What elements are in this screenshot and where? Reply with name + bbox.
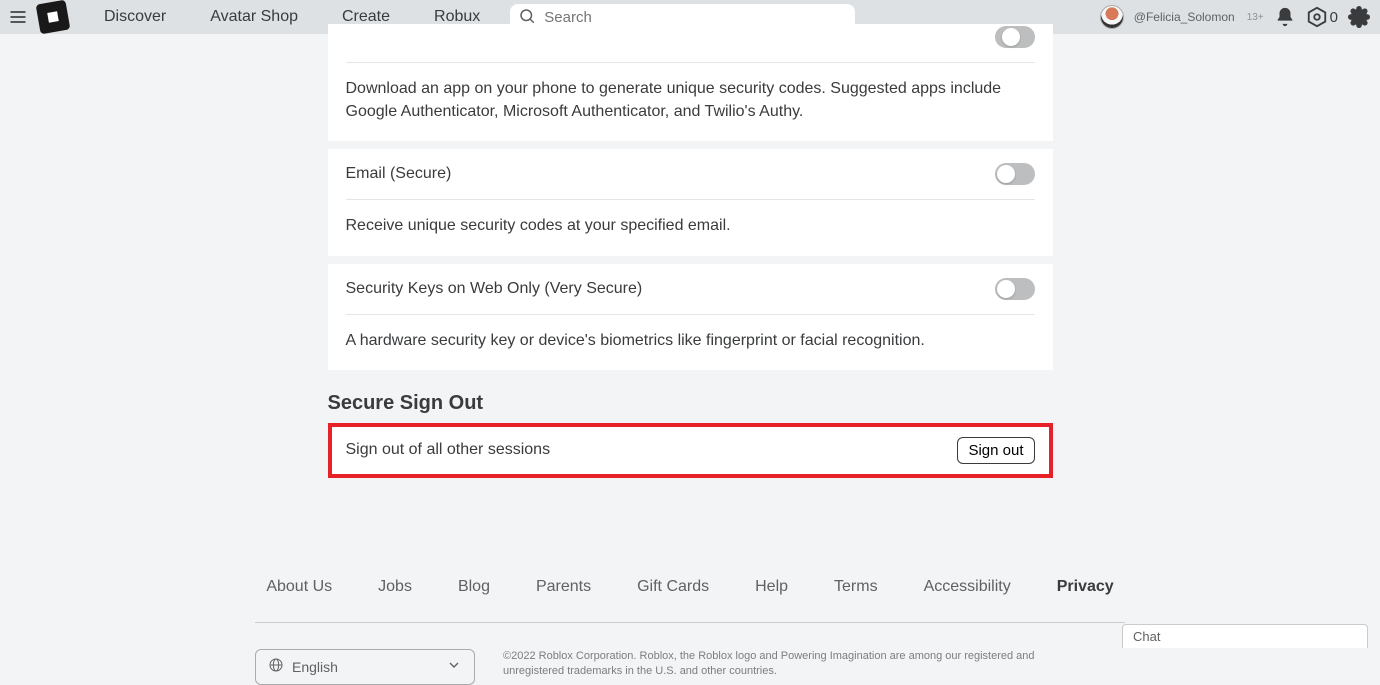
footer-link-help[interactable]: Help bbox=[755, 578, 788, 596]
roblox-logo-icon[interactable] bbox=[36, 0, 71, 34]
nav-link-avatar-shop[interactable]: Avatar Shop bbox=[210, 8, 298, 26]
copyright-text: ©2022 Roblox Corporation. Roblox, the Ro… bbox=[503, 649, 1093, 680]
secure-sign-out-header: Secure Sign Out bbox=[328, 392, 1053, 415]
language-selector[interactable]: English bbox=[255, 649, 475, 685]
divider bbox=[346, 199, 1035, 200]
chat-tab[interactable]: Chat bbox=[1122, 624, 1368, 648]
chat-label: Chat bbox=[1133, 629, 1160, 644]
globe-icon bbox=[268, 657, 284, 676]
robux-count: 0 bbox=[1330, 9, 1338, 26]
nav-link-discover[interactable]: Discover bbox=[104, 8, 166, 26]
notifications-icon[interactable] bbox=[1274, 6, 1296, 28]
email-card: Email (Secure) Receive unique security c… bbox=[328, 149, 1053, 255]
robux-balance[interactable]: 0 bbox=[1306, 6, 1338, 28]
search-input[interactable] bbox=[544, 9, 847, 26]
footer-links: About Us Jobs Blog Parents Gift Cards He… bbox=[255, 578, 1125, 623]
footer-link-parents[interactable]: Parents bbox=[536, 578, 591, 596]
footer-link-accessibility[interactable]: Accessibility bbox=[924, 578, 1011, 596]
sign-out-label: Sign out of all other sessions bbox=[346, 441, 551, 459]
security-keys-desc: A hardware security key or device's biom… bbox=[346, 329, 1035, 352]
settings-gear-icon[interactable] bbox=[1348, 6, 1370, 28]
robux-icon bbox=[1306, 6, 1328, 28]
security-keys-card: Security Keys on Web Only (Very Secure) … bbox=[328, 264, 1053, 370]
settings-content: Authenticator App (Very Secure) Download… bbox=[328, 24, 1053, 478]
avatar[interactable] bbox=[1100, 5, 1124, 29]
sign-out-button[interactable]: Sign out bbox=[957, 437, 1034, 464]
footer-link-blog[interactable]: Blog bbox=[458, 578, 490, 596]
hamburger-menu-icon[interactable] bbox=[4, 3, 32, 31]
user-area: @Felicia_Solomon 13+ 0 bbox=[1100, 5, 1370, 29]
divider bbox=[346, 62, 1035, 63]
email-desc: Receive unique security codes at your sp… bbox=[346, 214, 1035, 237]
footer-link-terms[interactable]: Terms bbox=[834, 578, 878, 596]
language-label: English bbox=[292, 659, 338, 675]
footer-link-jobs[interactable]: Jobs bbox=[378, 578, 412, 596]
email-toggle[interactable] bbox=[995, 163, 1035, 185]
email-title: Email (Secure) bbox=[346, 165, 452, 183]
footer-link-gift-cards[interactable]: Gift Cards bbox=[637, 578, 709, 596]
username-label[interactable]: @Felicia_Solomon bbox=[1134, 10, 1235, 24]
divider bbox=[346, 314, 1035, 315]
authenticator-desc: Download an app on your phone to generat… bbox=[346, 77, 1035, 123]
footer-link-about[interactable]: About Us bbox=[266, 578, 332, 596]
sign-out-card: Sign out of all other sessions Sign out bbox=[328, 423, 1053, 478]
footer: About Us Jobs Blog Parents Gift Cards He… bbox=[255, 578, 1125, 685]
authenticator-card: Authenticator App (Very Secure) Download… bbox=[328, 24, 1053, 141]
footer-link-privacy[interactable]: Privacy bbox=[1057, 578, 1114, 596]
age-badge: 13+ bbox=[1247, 12, 1264, 23]
security-keys-title: Security Keys on Web Only (Very Secure) bbox=[346, 280, 643, 298]
authenticator-toggle[interactable] bbox=[995, 26, 1035, 48]
chevron-down-icon bbox=[446, 657, 462, 676]
security-keys-toggle[interactable] bbox=[995, 278, 1035, 300]
